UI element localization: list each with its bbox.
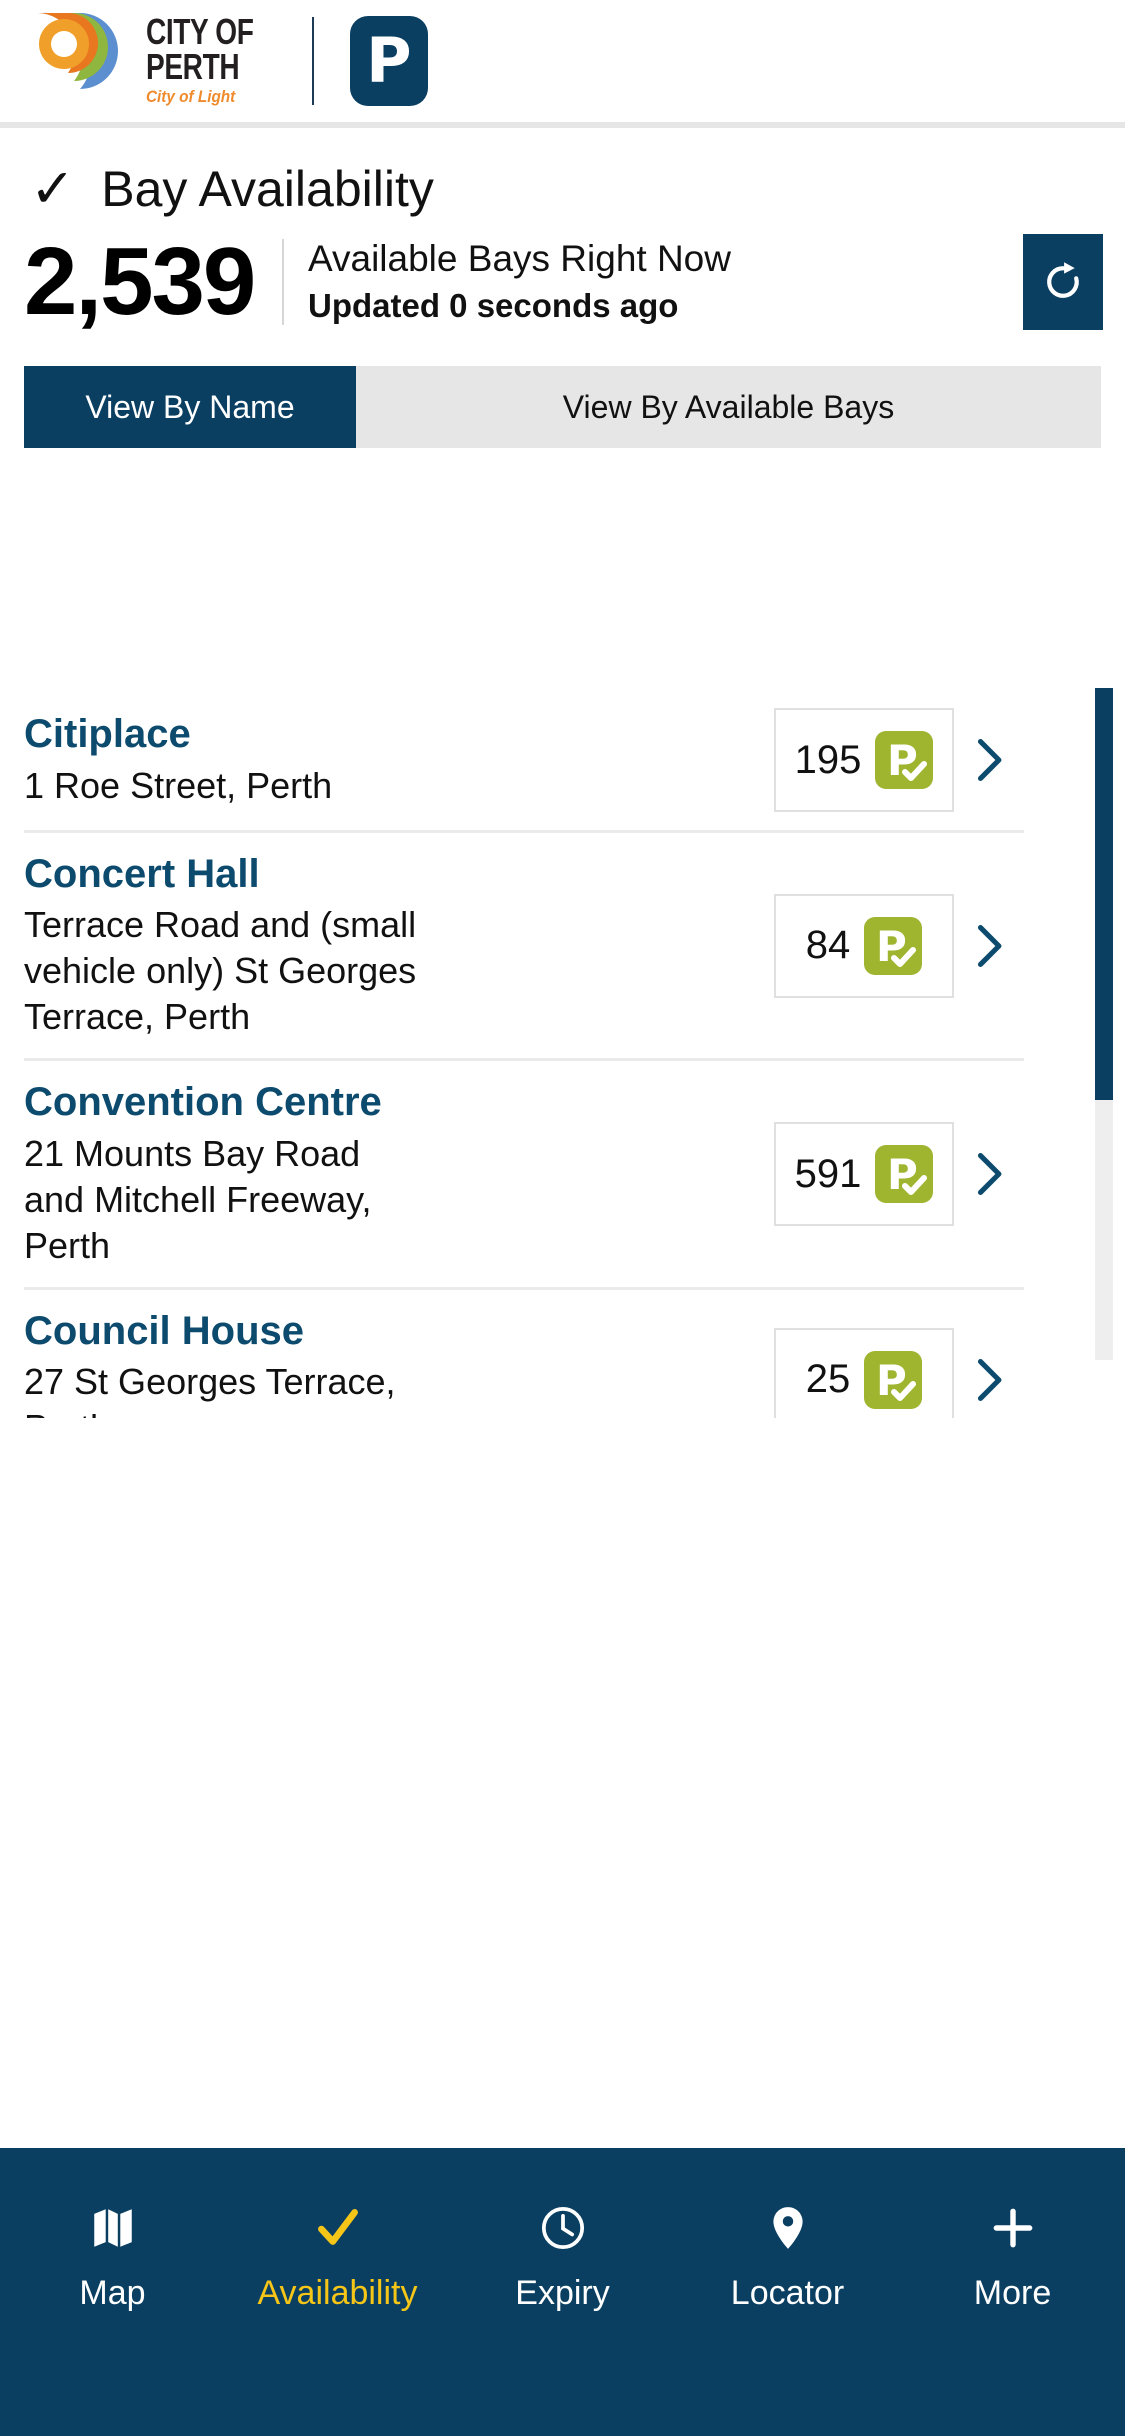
refresh-icon: [1047, 262, 1079, 298]
list-scrollbar-track[interactable]: [1095, 688, 1113, 1360]
bay-count: 195: [794, 737, 862, 782]
nav-label-locator: Locator: [730, 2274, 845, 2312]
parking-available-icon: P: [875, 1145, 934, 1204]
carpark-name: Concert Hall: [24, 852, 260, 896]
view-mode-tabs: View By Name View By Available Bays: [24, 366, 1101, 448]
carpark-list-scroll-area[interactable]: Citiplace 1 Roe Street, Perth 195 P Conc…: [0, 690, 1125, 1418]
bay-count: 25: [805, 1357, 851, 1402]
carpark-name: Convention Centre: [24, 1080, 382, 1125]
bay-count-box: 195 P: [774, 708, 954, 812]
parking-app-badge: P: [349, 16, 428, 106]
carpark-info: Concert Hall Terrace Road and (small veh…: [24, 851, 774, 1040]
stats-divider: [282, 239, 284, 325]
refresh-button[interactable]: [1023, 234, 1103, 330]
carpark-address: 1 Roe Street, Perth: [24, 764, 333, 806]
carpark-info: Convention Centre 21 Mounts Bay Road and…: [24, 1079, 774, 1268]
stats-text-block: Available Bays Right Now Updated 0 secon…: [308, 236, 1023, 327]
header-divider: [311, 17, 314, 105]
logo-tagline: City of Light: [146, 86, 236, 106]
tab-view-by-name[interactable]: View By Name: [24, 366, 356, 448]
chevron-right-icon[interactable]: [954, 737, 1024, 783]
carpark-list-item[interactable]: Convention Centre 21 Mounts Bay Road and…: [24, 1061, 1024, 1290]
bay-count-box: 25 P: [774, 1327, 954, 1418]
chevron-right-icon[interactable]: [954, 923, 1024, 969]
last-updated-label: Updated 0 seconds ago: [308, 286, 679, 324]
carpark-list-item[interactable]: Council House 27 St Georges Terrace, Per…: [24, 1290, 1024, 1418]
plus-icon: [988, 2200, 1038, 2256]
map-icon: [88, 2200, 138, 2256]
available-bays-count: 2,539: [24, 228, 256, 335]
logo-wordmark: CITY OF PERTH City of Light: [146, 11, 284, 106]
bay-count-box: 591 P: [774, 1122, 954, 1227]
carpark-info: Council House 27 St Georges Terrace, Per…: [24, 1308, 774, 1418]
nav-item-locator[interactable]: Locator: [675, 2200, 900, 2313]
parking-available-icon: P: [864, 916, 923, 975]
check-icon: [313, 2200, 363, 2256]
nav-item-more[interactable]: More: [900, 2200, 1125, 2313]
carpark-name: Council House: [24, 1308, 305, 1353]
nav-label-availability: Availability: [257, 2274, 418, 2312]
tab-view-by-available-bays[interactable]: View By Available Bays: [356, 366, 1101, 448]
parking-available-icon: P: [864, 1350, 923, 1409]
page-title-row: ✓ Bay Availability: [0, 128, 1125, 218]
bay-count: 591: [794, 1151, 862, 1196]
carpark-address: 27 St Georges Terrace, Perth: [24, 1361, 396, 1418]
nav-label-expiry: Expiry: [515, 2274, 610, 2312]
carpark-address: Terrace Road and (small vehicle only) St…: [24, 904, 417, 1038]
city-of-perth-logo: CITY OF PERTH City of Light: [34, 11, 284, 111]
check-icon: ✓: [30, 157, 76, 220]
list-scrollbar-thumb[interactable]: [1095, 688, 1113, 1100]
perth-crest-icon: [38, 12, 118, 89]
app-header: CITY OF PERTH City of Light P: [0, 0, 1125, 128]
nav-label-more: More: [973, 2274, 1052, 2312]
carpark-list-item[interactable]: Concert Hall Terrace Road and (small veh…: [24, 833, 1024, 1062]
nav-label-map: Map: [79, 2274, 146, 2312]
carpark-list-item[interactable]: Citiplace 1 Roe Street, Perth 195 P: [24, 690, 1024, 833]
bottom-navigation: Map Availability Expiry Locator More: [0, 2148, 1125, 2436]
availability-summary: 2,539 Available Bays Right Now Updated 0…: [0, 218, 1125, 338]
nav-item-expiry[interactable]: Expiry: [450, 2200, 675, 2313]
map-pin-icon: [763, 2200, 813, 2256]
carpark-address: 21 Mounts Bay Road and Mitchell Freeway,…: [24, 1132, 372, 1266]
carpark-info: Citiplace 1 Roe Street, Perth: [24, 711, 774, 808]
chevron-right-icon[interactable]: [954, 1151, 1024, 1197]
clock-icon: [538, 2200, 588, 2256]
carpark-name: Citiplace: [24, 712, 191, 757]
carpark-list: Citiplace 1 Roe Street, Perth 195 P Conc…: [0, 690, 1125, 1418]
chevron-right-icon[interactable]: [954, 1357, 1024, 1403]
nav-item-availability[interactable]: Availability: [225, 2200, 450, 2313]
bay-count: 84: [805, 923, 851, 968]
parking-badge-letter: P: [366, 24, 412, 97]
page-title: Bay Availability: [101, 161, 434, 217]
parking-available-icon: P: [875, 731, 934, 789]
available-bays-label: Available Bays Right Now: [308, 238, 731, 280]
nav-item-map[interactable]: Map: [0, 2200, 225, 2313]
bay-count-box: 84 P: [774, 893, 954, 998]
logo-line-2: PERTH: [146, 45, 240, 87]
logo-line-1: CITY OF: [146, 11, 254, 53]
